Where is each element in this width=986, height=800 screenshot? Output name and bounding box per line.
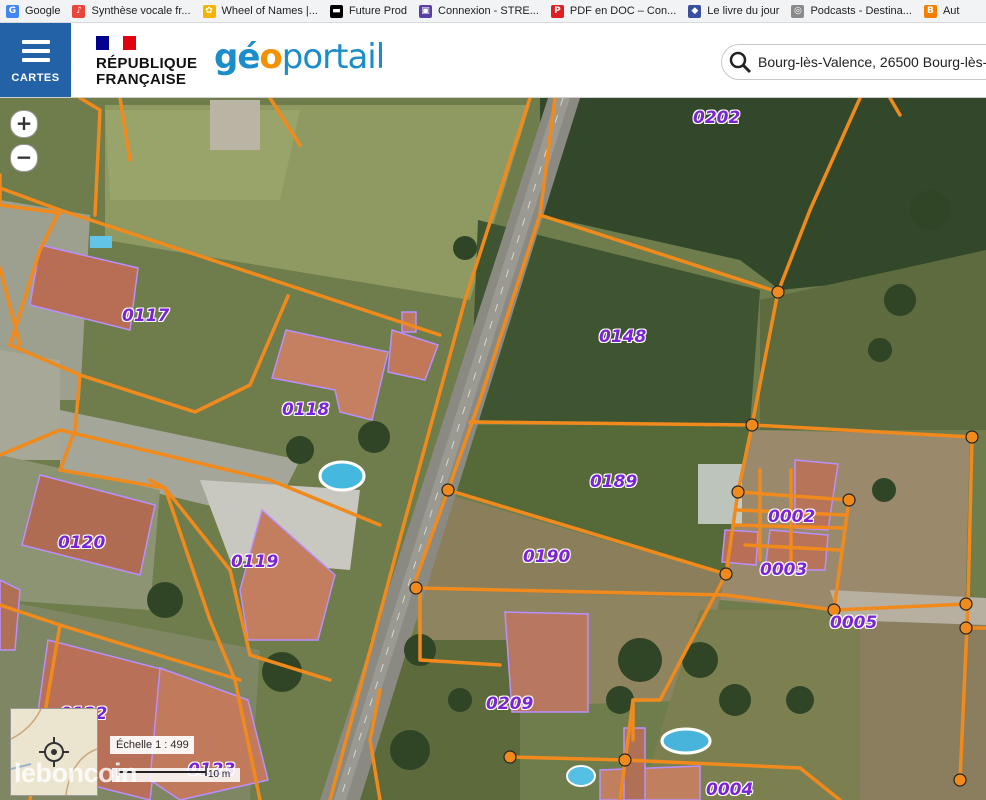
stream-icon: ▣ — [419, 4, 433, 18]
map-view[interactable]: 0202 0117 0148 0118 0189 0002 0120 0119 … — [0, 98, 986, 800]
bookmark-label: Podcasts - Destina... — [810, 5, 912, 17]
bookmark-label: Google — [25, 5, 61, 17]
logo-o-text: o — [259, 37, 282, 77]
geoportail-logo[interactable]: géoportail — [214, 37, 385, 77]
parcel-label[interactable]: 0189 — [590, 472, 637, 492]
parcel-label[interactable]: 0209 — [486, 694, 533, 714]
bookmark-item[interactable]: ◆ Le livre du jour — [682, 0, 785, 22]
book-icon: ◆ — [688, 4, 702, 18]
parcel-label[interactable]: 0120 — [58, 533, 105, 553]
bookmark-label: Synthèse vocale fr... — [91, 5, 191, 17]
parcel-label[interactable]: 0190 — [523, 547, 570, 567]
leboncoin-watermark: leboncoin — [14, 758, 138, 788]
bookmark-label: PDF en DOC – Con... — [569, 5, 677, 17]
republic-line1: RÉPUBLIQUE — [96, 55, 198, 72]
bookmark-item[interactable]: G Google — [0, 0, 66, 22]
search-bar — [721, 44, 986, 80]
parcel-label[interactable]: 0119 — [231, 552, 278, 572]
republic-line2: FRANÇAISE — [96, 71, 187, 88]
zoom-out-button[interactable]: − — [10, 144, 38, 172]
parcel-label[interactable]: 0117 — [122, 306, 169, 326]
google-icon: G — [6, 4, 19, 18]
maps-menu-button[interactable]: CARTES — [0, 23, 71, 97]
parcel-label[interactable]: 0202 — [693, 108, 740, 128]
bookmark-item[interactable]: ▣ Connexion - STRE... — [413, 0, 545, 22]
parcel-label[interactable]: 0003 — [760, 560, 807, 580]
republique-francaise-logo[interactable]: RÉPUBLIQUE FRANÇAISE — [96, 36, 197, 88]
speech-icon: ♪ — [72, 4, 86, 18]
logo-portail-text: portail — [281, 37, 385, 77]
bookmark-item[interactable]: ▬ Future Prod — [324, 0, 413, 22]
marianne-flag-icon — [96, 36, 136, 50]
bookmark-label: Aut — [942, 5, 960, 17]
search-input[interactable] — [756, 53, 986, 71]
bookmark-item[interactable]: P PDF en DOC – Con... — [545, 0, 682, 22]
bookmark-label: Wheel of Names |... — [221, 5, 318, 17]
podcast-icon: ◎ — [791, 4, 805, 18]
maps-menu-label: CARTES — [11, 72, 60, 84]
pdf-icon: P — [550, 4, 564, 18]
bookmark-label: Le livre du jour — [707, 5, 780, 17]
bookmark-label: Connexion - STRE... — [438, 5, 539, 17]
blogger-icon: B — [923, 4, 937, 18]
site-header: CARTES RÉPUBLIQUE FRANÇAISE géoportail — [0, 23, 986, 98]
parcel-label[interactable]: 0002 — [768, 507, 815, 527]
bookmark-item[interactable]: ♪ Synthèse vocale fr... — [66, 0, 196, 22]
logo-geo-text: gé — [214, 37, 260, 77]
bookmark-item[interactable]: ◎ Podcasts - Destina... — [785, 0, 918, 22]
future-prod-icon: ▬ — [329, 4, 343, 18]
bookmark-item[interactable]: B Aut — [918, 0, 966, 22]
hamburger-icon — [21, 40, 50, 62]
bookmark-item[interactable]: ✿ Wheel of Names |... — [197, 0, 324, 22]
search-icon[interactable] — [728, 50, 752, 74]
zoom-in-button[interactable]: + — [10, 110, 38, 138]
parcel-label[interactable]: 0148 — [599, 327, 646, 347]
bookmarks-bar: G Google ♪ Synthèse vocale fr... ✿ Wheel of N… — [0, 0, 986, 23]
wheel-icon: ✿ — [202, 4, 216, 18]
scale-bar-label: 10 m — [208, 769, 231, 780]
parcel-label[interactable]: 0004 — [706, 780, 753, 800]
parcel-label[interactable]: 0005 — [830, 613, 877, 633]
bookmark-label: Future Prod — [348, 5, 408, 17]
scale-ratio: Échelle 1 : 499 — [110, 736, 194, 754]
parcel-label[interactable]: 0118 — [282, 400, 329, 420]
